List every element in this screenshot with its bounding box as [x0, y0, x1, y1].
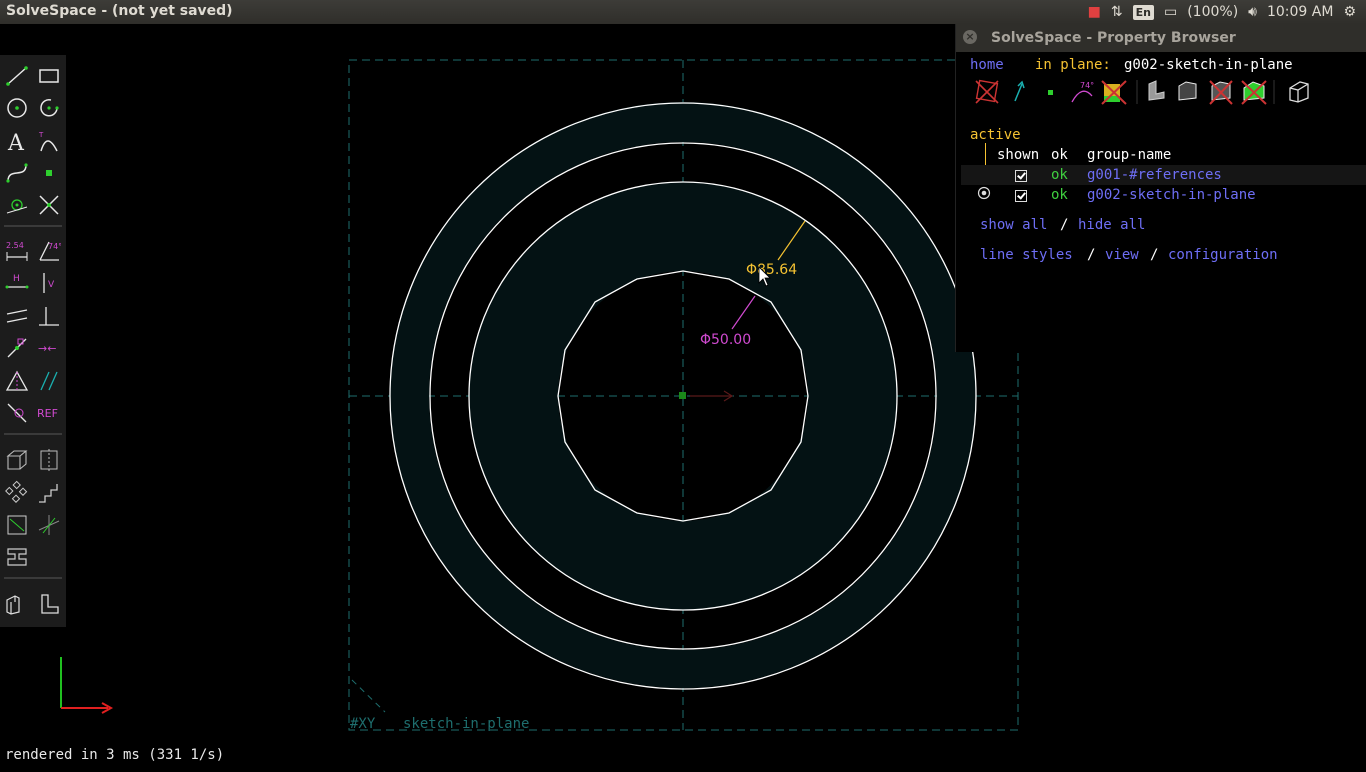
hide-all-link[interactable]: hide all [1078, 217, 1145, 233]
show-all-link[interactable]: show all [980, 217, 1047, 233]
origin-point [679, 392, 686, 399]
battery-percent: (100%) [1187, 4, 1239, 20]
parallel-constraint-icon[interactable] [3, 303, 31, 329]
tangent-arc-tool-icon[interactable]: T [35, 128, 63, 154]
volume-icon[interactable]: 🔊︎ [1248, 4, 1257, 20]
nearest-iso-view-icon[interactable] [3, 591, 31, 617]
line-styles-link[interactable]: line styles [980, 247, 1073, 263]
rectangle-tool-icon[interactable] [35, 63, 63, 89]
step-translate-icon[interactable] [35, 479, 63, 505]
mesh-toggle-icon [1241, 80, 1267, 105]
svg-text:A: A [7, 131, 25, 153]
nearest-ortho-view-icon[interactable] [35, 591, 63, 617]
step-rotate-icon[interactable] [3, 479, 31, 505]
workplane-label: #XY [350, 716, 376, 732]
window-title: SolveSpace - (not yet saved) [6, 3, 233, 19]
coincident-constraint-icon[interactable]: →← [35, 335, 63, 361]
top-panel: SolveSpace - (not yet saved) ■ ⇅ En ▭ (1… [0, 0, 1366, 24]
svg-text:2.54: 2.54 [6, 241, 24, 250]
circle-tool-icon[interactable] [3, 95, 31, 121]
settings-gear-icon[interactable]: ⚙ [1343, 4, 1356, 20]
clock[interactable]: 10:09 AM [1267, 4, 1333, 20]
sketch-3d-icon[interactable] [35, 512, 63, 538]
visibility-toggles: 74° [975, 79, 1309, 105]
shown-checkbox-g002[interactable] [1015, 190, 1027, 202]
point-tool-icon[interactable] [35, 160, 63, 186]
outlines-toggle-icon [1209, 80, 1233, 105]
text-tool-icon[interactable]: A [3, 128, 31, 154]
record-icon[interactable]: ■ [1088, 4, 1101, 20]
separator: / [1087, 247, 1096, 263]
svg-text:T: T [38, 131, 44, 139]
workplane-tool-icon[interactable] [3, 192, 31, 218]
group-ok-g002: ok [1051, 187, 1068, 203]
horizontal-constraint-icon[interactable]: H [3, 270, 31, 296]
status-text: rendered in 3 ms (331 1/s) [5, 747, 225, 763]
lathe-icon[interactable] [35, 447, 63, 473]
browser-titlebar: × SolveSpace - Property Browser [956, 24, 1366, 52]
perpendicular-constraint-icon[interactable] [35, 303, 63, 329]
perspective-toggle-icon [1289, 81, 1309, 103]
svg-text:74°: 74° [1080, 81, 1094, 90]
split-curves-tool-icon[interactable] [35, 192, 63, 218]
construction-toggle-icon[interactable] [3, 400, 31, 426]
battery-icon[interactable]: ▭ [1164, 4, 1177, 20]
svg-text:REF: REF [37, 407, 58, 420]
configuration-link[interactable]: configuration [1168, 247, 1278, 263]
col-shown: shown [997, 147, 1040, 163]
svg-text:H: H [13, 274, 20, 284]
line-tool-icon[interactable] [3, 63, 31, 89]
constraints-toggle-icon: 74° [1071, 81, 1094, 103]
col-ok: ok [1051, 147, 1068, 163]
workplane-corner-mark [351, 679, 386, 713]
active-header: active [970, 127, 1021, 143]
angle-constraint-icon[interactable]: 74° [35, 238, 63, 264]
group-link-g001[interactable]: g001-#references [1087, 167, 1222, 183]
vertical-constraint-icon[interactable]: V [35, 270, 63, 296]
reference-toggle-icon[interactable]: REF [35, 400, 63, 426]
symmetric-constraint-icon[interactable] [3, 368, 31, 394]
svg-text:V: V [48, 280, 55, 290]
in-plane-label: in plane: [1035, 57, 1111, 73]
bezier-tool-icon[interactable] [3, 160, 31, 186]
in-plane-value: g002-sketch-in-plane [1124, 57, 1293, 73]
property-browser: × SolveSpace - Property Browser home in … [955, 24, 1366, 352]
edges-toggle-icon [1178, 81, 1197, 101]
separator: / [1150, 247, 1159, 263]
sketch-in-plane-icon[interactable] [3, 512, 31, 538]
system-indicators: ■ ⇅ En ▭ (100%) 🔊︎ 10:09 AM ⚙ [1088, 0, 1356, 24]
shaded-toggle-icon [1148, 80, 1165, 101]
import-icon[interactable] [3, 544, 31, 570]
normals-toggle-icon [1014, 80, 1025, 102]
dim-outer-label[interactable]: Φ85.64 [746, 262, 797, 278]
faces-toggle-icon [1101, 80, 1127, 105]
active-radio-icon[interactable] [977, 186, 991, 200]
language-indicator[interactable]: En [1132, 4, 1154, 20]
network-icon[interactable]: ⇅ [1111, 4, 1123, 20]
shown-checkbox-g001[interactable] [1015, 170, 1027, 182]
toolbar: A T 2.54 74° H V →← REF [0, 55, 66, 627]
dim-inner-label[interactable]: Φ50.00 [700, 332, 751, 348]
group-label: sketch-in-plane [403, 716, 529, 732]
close-icon[interactable]: × [963, 30, 977, 44]
group-ok-g001: ok [1051, 167, 1068, 183]
orientation-constraint-icon[interactable] [35, 368, 63, 394]
home-link[interactable]: home [970, 57, 1004, 73]
view-link[interactable]: view [1105, 247, 1139, 263]
on-point-constraint-icon[interactable] [3, 335, 31, 361]
browser-title: SolveSpace - Property Browser [991, 30, 1236, 46]
distance-constraint-icon[interactable]: 2.54 [3, 238, 31, 264]
svg-text:→←: →← [38, 342, 56, 355]
arc-tool-icon[interactable] [35, 95, 63, 121]
workplanes-toggle-icon [975, 79, 999, 104]
extrude-icon[interactable] [3, 447, 31, 473]
col-group-name: group-name [1087, 147, 1172, 163]
points-toggle-icon [1048, 90, 1053, 95]
svg-text:74°: 74° [48, 242, 61, 251]
dim-inner-leader [731, 295, 756, 330]
separator: / [1060, 217, 1069, 233]
group-link-g002[interactable]: g002-sketch-in-plane [1087, 187, 1256, 203]
